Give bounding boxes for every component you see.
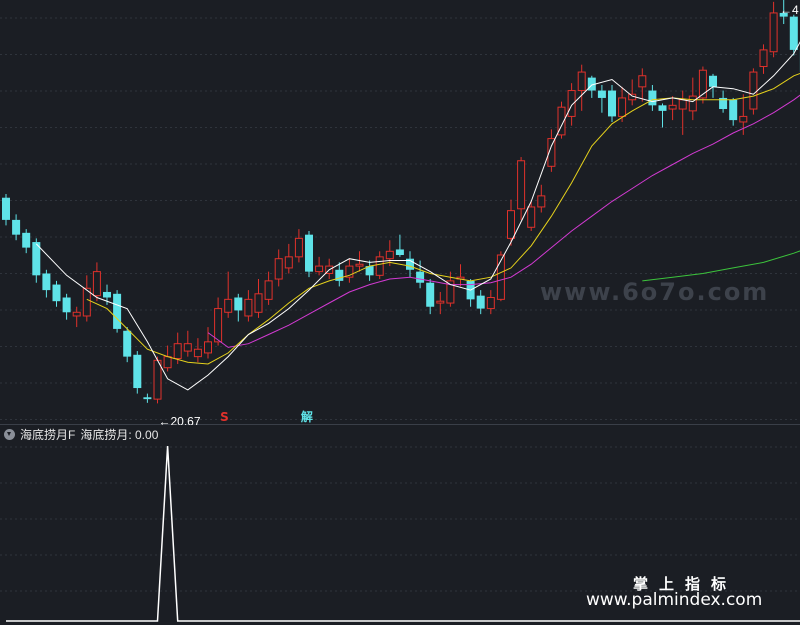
candle-down <box>133 354 142 389</box>
candle-up <box>244 298 253 317</box>
candle-down <box>42 273 51 291</box>
candle-down <box>709 75 717 87</box>
candle-up <box>678 99 687 110</box>
candle-down <box>103 291 111 298</box>
indicator-name[interactable]: 海底捞月F <box>20 426 75 443</box>
candle-up <box>436 300 445 304</box>
candle-down <box>2 197 10 220</box>
candle-down <box>416 271 425 283</box>
candle-up <box>153 359 162 400</box>
candle-down <box>597 90 606 98</box>
indicator-legend: 海底捞月F 海底捞月: 0.00 <box>4 426 158 443</box>
signal-s-label: S <box>220 410 229 424</box>
candle-up <box>254 293 263 313</box>
ma-short-line <box>35 41 800 391</box>
ma-very-long-line <box>642 250 800 282</box>
candle-up <box>769 12 778 53</box>
candle-down <box>426 282 435 307</box>
candle-up <box>163 356 172 369</box>
candle-up <box>72 311 81 317</box>
candle-down <box>395 249 404 255</box>
collapse-icon[interactable] <box>4 429 15 440</box>
price-chart[interactable]: ←20.67 ←4 S 解 <box>0 0 800 425</box>
candle-down <box>648 90 657 106</box>
candle-up <box>173 343 182 359</box>
candle-up <box>183 343 192 352</box>
candle-down <box>789 16 798 50</box>
candle-up <box>264 280 273 300</box>
candle-down <box>12 219 21 235</box>
candle-down <box>234 297 243 311</box>
candle-down <box>62 297 71 313</box>
candle-down <box>123 330 132 357</box>
high-price-label: ←4 <box>780 3 799 17</box>
candle-down <box>52 284 61 302</box>
candle-down <box>22 232 31 248</box>
candle-up <box>385 250 394 260</box>
candle-down <box>113 293 122 329</box>
low-price-label: ←20.67 <box>159 414 201 425</box>
watermark-palmindex: www.palmindex.com <box>586 590 763 610</box>
candle-up <box>759 49 768 68</box>
candle-up <box>315 265 324 273</box>
candle-up <box>204 341 212 354</box>
candle-up <box>284 256 293 269</box>
candle-down <box>608 90 616 117</box>
candle-up <box>224 298 233 313</box>
candle-up <box>375 256 384 276</box>
candle-up <box>517 160 526 210</box>
candle-up <box>618 97 627 117</box>
candle-up <box>274 258 283 280</box>
candle-up <box>214 308 223 343</box>
indicator-readout: 海底捞月: 0.00 <box>80 428 159 442</box>
candle-up <box>527 206 536 228</box>
candle-up <box>537 195 546 208</box>
candle-down <box>305 234 313 272</box>
candle-down <box>476 295 485 309</box>
candle-up <box>638 75 647 88</box>
candle-down <box>658 105 667 111</box>
candle-down <box>729 99 738 121</box>
candle-up <box>688 95 697 112</box>
candle-up <box>193 348 202 358</box>
candle-down <box>143 397 152 400</box>
candle-up <box>496 254 505 300</box>
candle-up <box>294 237 303 258</box>
ma-long-line <box>207 94 800 348</box>
candle-up <box>668 104 677 110</box>
candle-up <box>92 271 101 297</box>
signal-jie-label: 解 <box>301 409 313 424</box>
candle-up <box>486 297 495 310</box>
candle-up <box>507 210 515 239</box>
candle-up <box>749 71 758 110</box>
watermark-6o7o: www.6o7o.com <box>540 278 770 306</box>
candle-up <box>577 71 586 92</box>
candle-up <box>355 263 364 267</box>
candle-up <box>739 115 748 123</box>
